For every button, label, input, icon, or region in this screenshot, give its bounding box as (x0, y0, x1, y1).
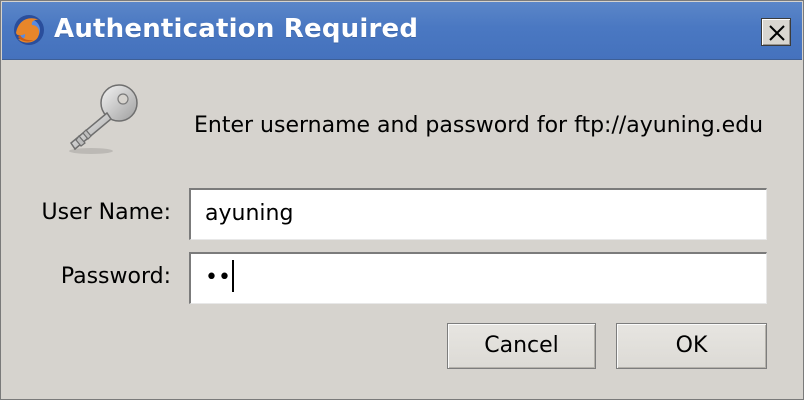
window-title: Authentication Required (54, 14, 419, 44)
auth-dialog: Authentication Required Enter username a… (0, 0, 804, 400)
password-masked-value: •• (205, 265, 231, 290)
prompt-message: Enter username and password for ftp://ay… (194, 113, 764, 138)
username-value: ayuning (205, 201, 294, 226)
username-field[interactable]: ayuning (189, 188, 767, 240)
password-field[interactable]: •• (189, 252, 767, 304)
key-icon (61, 81, 143, 157)
username-label: User Name: (41, 200, 171, 225)
text-cursor (231, 260, 234, 292)
password-label: Password: (60, 264, 171, 289)
firefox-icon (12, 13, 46, 47)
ok-button[interactable]: OK (616, 323, 767, 369)
close-button[interactable] (761, 18, 791, 46)
close-icon (769, 25, 785, 41)
title-bar[interactable]: Authentication Required (2, 2, 802, 60)
cancel-button[interactable]: Cancel (447, 323, 596, 369)
